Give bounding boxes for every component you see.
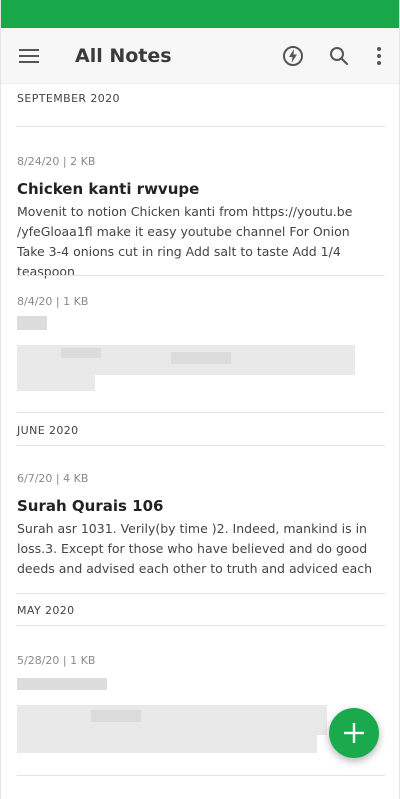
redacted-title (17, 678, 107, 690)
sticky-section-header: SEPTEMBER 2020 (1, 84, 399, 114)
quick-action-button[interactable] (273, 28, 313, 84)
divider (17, 445, 385, 446)
app-frame: All Notes SEPTEMBER 2020 AUGUST 2020 (0, 0, 400, 799)
more-options-button[interactable] (359, 28, 399, 84)
note-meta: 8/24/20 | 2 KB (17, 155, 96, 168)
divider (17, 412, 385, 413)
divider (17, 593, 385, 594)
status-bar (1, 0, 399, 28)
plus-icon (344, 723, 364, 743)
note-snippet: Movenit to notion Chicken kanti from htt… (17, 204, 353, 279)
redacted-snippet (17, 705, 327, 735)
new-note-button[interactable] (329, 708, 379, 758)
section-label: JUNE 2020 (17, 424, 79, 437)
menu-button[interactable] (9, 28, 49, 84)
note-meta: 5/28/20 | 1 KB (17, 654, 96, 667)
redacted-block (91, 710, 141, 722)
divider (17, 775, 385, 776)
page-title: All Notes (75, 45, 172, 67)
more-vert-icon (377, 47, 381, 65)
note-title: Chicken kanti rwvupe (17, 180, 200, 198)
redacted-block (171, 352, 231, 364)
section-label: MAY 2020 (17, 604, 75, 617)
bolt-icon (283, 46, 303, 66)
redacted-snippet (17, 735, 317, 753)
note-snippet: Surah asr 1031. Verily(by time )2. Indee… (17, 521, 373, 576)
redacted-block (61, 348, 101, 358)
search-button[interactable] (319, 28, 359, 84)
redacted-snippet (17, 375, 95, 391)
section-label: SEPTEMBER 2020 (17, 92, 120, 105)
redacted-title (17, 316, 47, 330)
divider (17, 275, 385, 276)
note-meta: 8/4/20 | 1 KB (17, 295, 89, 308)
search-icon (330, 47, 349, 66)
menu-icon (19, 49, 39, 63)
note-meta: 6/7/20 | 4 KB (17, 472, 89, 485)
divider (17, 126, 385, 127)
note-title: Surah Qurais 106 (17, 497, 164, 515)
divider (17, 625, 385, 626)
app-bar: All Notes (1, 28, 399, 84)
